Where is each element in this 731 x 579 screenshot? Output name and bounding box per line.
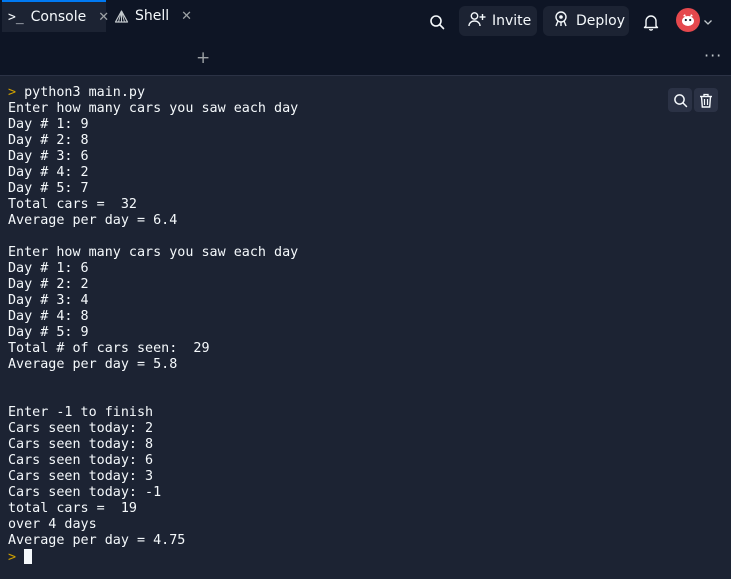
console-line: Day # 5: 9 [8,325,89,340]
deploy-button[interactable]: Deploy [543,6,629,36]
tab-console-label: Console [30,9,87,25]
console-line: Enter how many cars you saw each day [8,245,299,260]
deploy-label: Deploy [576,13,626,29]
console-line: Cars seen today: 2 [8,421,154,436]
avatar [676,8,700,32]
trash-icon[interactable] [694,88,718,112]
more-options-icon[interactable]: ··· [704,46,722,65]
tab-shell[interactable]: Shell ✕ [107,0,192,32]
bell-icon[interactable] [638,9,664,35]
output-lines: Enter how many cars you saw each day Day … [8,101,658,549]
console-line: Day # 2: 2 [8,277,89,292]
invite-label: Invite [492,13,532,29]
console-line: Enter how many cars you saw each day [8,101,299,116]
console-line: Enter -1 to finish [8,405,154,420]
shell-icon [114,9,129,24]
tab-bar [0,44,731,76]
console-line: Average per day = 5.8 [8,357,178,372]
search-icon[interactable] [424,9,450,35]
console-line: Day # 2: 8 [8,133,89,148]
console-line: Average per day = 4.75 [8,533,186,548]
tab-console[interactable]: >_ Console ✕ [2,0,109,32]
console-line: Day # 3: 4 [8,293,89,308]
close-icon[interactable]: ✕ [181,9,192,24]
console-line: Cars seen today: 3 [8,469,154,484]
console-tools [668,88,718,112]
add-tab-icon[interactable]: + [196,48,210,68]
console-line: Day # 3: 6 [8,149,89,164]
console-line: Day # 5: 7 [8,181,89,196]
console-output[interactable]: > python3 main.py Enter how many cars yo… [8,85,658,565]
deploy-icon [552,10,570,32]
console-line: Average per day = 6.4 [8,213,178,228]
search-icon[interactable] [668,88,692,112]
tab-shell-label: Shell [135,8,170,24]
chevron-down-icon [703,11,713,30]
console-line: total cars = 19 [8,501,137,516]
console-line: Day # 4: 8 [8,309,89,324]
invite-button[interactable]: Invite [459,6,537,36]
input-line[interactable]: > [8,549,658,565]
prompt-symbol: > [8,85,17,100]
command-line: > python3 main.py [8,85,658,101]
add-user-icon [468,11,486,31]
console-line: Day # 1: 9 [8,117,89,132]
terminal-icon: >_ [8,9,24,25]
account-menu[interactable] [676,8,713,32]
console-line: Cars seen today: -1 [8,485,162,500]
prompt-symbol: > [8,550,17,565]
console-line: Cars seen today: 8 [8,437,154,452]
console-line: Total # of cars seen: 29 [8,341,210,356]
console-line: Total cars = 32 [8,197,137,212]
console-line: Day # 1: 6 [8,261,89,276]
console-line: over 4 days [8,517,97,532]
console-line: Cars seen today: 6 [8,453,154,468]
command-text: python3 main.py [24,85,146,100]
cursor [24,549,33,564]
console-line: Day # 4: 2 [8,165,89,180]
